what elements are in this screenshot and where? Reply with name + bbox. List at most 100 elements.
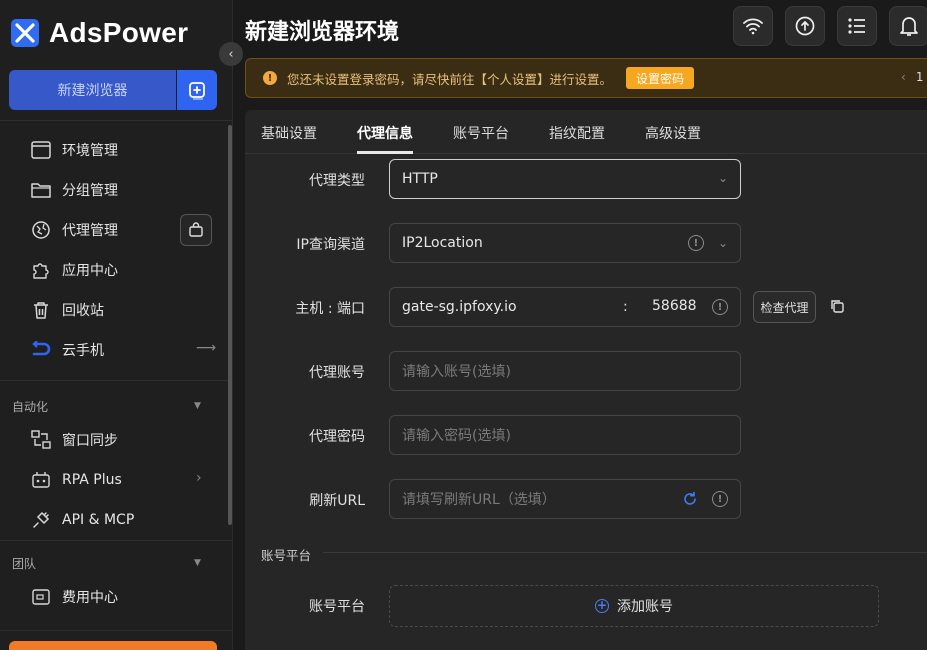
proxy-password-label: 代理密码 [309,429,365,445]
chevron-left-icon[interactable]: ‹ [901,70,906,84]
plus-circle-icon: + [595,598,609,613]
sidebar-item-label: 费用中心 [62,590,118,606]
tab-fingerprint[interactable]: 指纹配置 [549,123,605,143]
refresh-icon[interactable] [682,491,698,507]
promo-banner[interactable] [9,641,217,650]
new-browser-button[interactable]: 新建浏览器 [9,70,176,110]
new-browser-group: 新建浏览器 [9,70,217,110]
tab-account-platform[interactable]: 账号平台 [453,123,509,143]
folder-icon [30,179,52,201]
sidebar-collapse-button[interactable]: ‹ [219,42,243,66]
proxy-type-select[interactable]: HTTP ⌄ [389,159,741,199]
refresh-url-input[interactable]: 请填写刷新URL（选填） ! [389,479,741,519]
form-panel: 基础设置 代理信息 账号平台 指纹配置 高级设置 代理类型 HTTP ⌄ IP查… [245,110,927,650]
bell-icon [900,17,918,36]
active-tab-indicator [357,151,413,154]
window-sync-icon [30,429,52,451]
sidebar-item-label: 环境管理 [62,143,118,159]
tab-bar: 基础设置 代理信息 账号平台 指纹配置 高级设置 [245,110,927,154]
banner-page-number: 1 [915,70,924,84]
sidebar-divider [0,380,233,381]
port-value[interactable]: 58688 [652,298,697,314]
quick-add-button[interactable] [177,70,217,110]
host-port-input[interactable]: gate-sg.ipfoxy.io : 58688 ! [389,287,741,327]
sidebar-item-groups[interactable]: 分组管理 [30,178,118,202]
network-button[interactable] [733,6,773,46]
upload-sync-icon [795,16,815,36]
sidebar-item-window-sync[interactable]: 窗口同步 [30,428,118,452]
brand-logo: AdsPower [11,17,188,49]
sidebar-item-label: 窗口同步 [62,433,118,449]
wifi-icon [743,18,763,35]
brand-name: AdsPower [49,17,189,48]
caret-down-icon[interactable]: ▼ [194,401,201,411]
app-window: AdsPower 新建浏览器 环境管理 分组管理 代理管理 应用中心 回收站 云… [0,0,927,650]
section-team: 团队 [12,557,37,571]
info-icon[interactable]: ! [687,235,704,251]
sidebar-item-billing[interactable]: 费用中心 [30,585,118,609]
sidebar-item-label: 回收站 [62,303,104,319]
refresh-url-label: 刷新URL [309,493,365,509]
sidebar-scrollbar[interactable] [228,125,232,525]
ip-channel-select[interactable]: IP2Location ! ⌄ [389,223,741,263]
shopping-bag-icon [189,222,203,237]
proxy-password-placeholder: 请输入密码(选填) [402,428,511,444]
task-list-button[interactable] [837,6,877,46]
sidebar-item-environments[interactable]: 环境管理 [30,138,118,162]
proxy-password-input[interactable]: 请输入密码(选填) [389,415,741,455]
page-title: 新建浏览器环境 [245,20,400,45]
tab-basic-settings[interactable]: 基础设置 [261,123,317,143]
tab-advanced[interactable]: 高级设置 [645,123,701,143]
add-account-label: 添加账号 [617,599,673,615]
host-port-separator: : [623,299,628,315]
info-icon[interactable]: ! [712,491,728,507]
sync-button[interactable] [785,6,825,46]
copy-icon[interactable] [830,299,844,313]
proxy-globe-icon [30,219,52,241]
check-proxy-button[interactable]: 检查代理 [753,291,816,323]
sidebar-item-label: 云手机 [62,343,104,359]
banner-pager: ‹ 1 [901,70,923,84]
api-plug-icon [30,509,52,531]
chevron-right-icon: › [196,470,202,486]
sidebar-divider [0,540,233,541]
add-square-icon [189,82,205,100]
proxy-shop-button[interactable] [180,214,212,246]
refresh-url-placeholder: 请填写刷新URL（选填） [402,492,556,508]
host-port-label: 主机 : 端口 [295,301,365,317]
sidebar-item-app-center[interactable]: 应用中心 [30,258,118,282]
info-icon[interactable]: ! [712,299,728,315]
proxy-account-label: 代理账号 [309,365,365,381]
sidebar-item-api-mcp[interactable]: API & MCP [30,508,134,532]
sidebar-item-recycle-bin[interactable]: 回收站 [30,298,104,322]
section-divider [323,552,927,553]
ip-channel-label: IP查询渠道 [296,237,365,253]
caret-down-icon[interactable]: ▼ [194,558,201,568]
set-password-button[interactable]: 设置密码 [626,67,695,89]
chevron-left-icon: ‹ [228,46,234,62]
rpa-icon [30,469,52,491]
sidebar-item-label: 分组管理 [62,183,118,199]
sidebar-item-proxies[interactable]: 代理管理 [30,218,118,242]
proxy-type-value: HTTP [402,171,438,187]
password-warning-banner: ! 您还未设置登录密码，请尽快前往【个人设置】进行设置。 设置密码 ‹ 1 [245,58,927,98]
proxy-type-label: 代理类型 [309,173,365,189]
cloud-phone-icon [30,339,52,361]
trash-icon [30,299,52,321]
host-value[interactable]: gate-sg.ipfoxy.io [402,299,517,315]
collapse-dash-icon: ⟶ [196,340,217,356]
list-icon [848,18,865,34]
sidebar-item-label: 代理管理 [62,223,118,239]
sidebar-divider [0,630,233,631]
chevron-down-icon: ⌄ [717,236,728,250]
proxy-account-input[interactable]: 请输入账号(选填) [389,351,741,391]
billing-icon [30,586,52,608]
sidebar-item-cloud-phone[interactable]: 云手机 [30,338,104,362]
ip-channel-value: IP2Location [402,235,483,251]
window-icon [30,139,52,161]
add-account-button[interactable]: + 添加账号 [389,585,879,627]
tab-proxy-info[interactable]: 代理信息 [357,123,413,143]
sidebar-item-rpa-plus[interactable]: RPA Plus [30,468,122,492]
notifications-button[interactable] [889,6,927,46]
proxy-account-placeholder: 请输入账号(选填) [402,364,511,380]
